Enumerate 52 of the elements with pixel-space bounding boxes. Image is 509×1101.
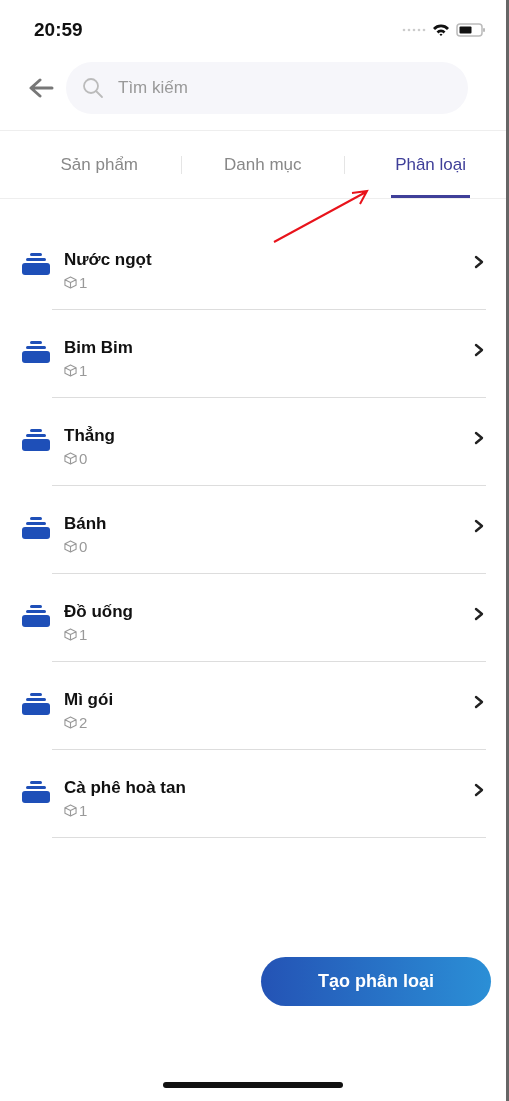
product-count: 2 bbox=[79, 714, 88, 731]
stack-icon bbox=[22, 429, 50, 451]
product-count: 1 bbox=[79, 802, 88, 819]
chevron-icon bbox=[474, 695, 484, 709]
back-arrow-icon[interactable] bbox=[28, 78, 54, 98]
product-count: 1 bbox=[79, 626, 88, 643]
battery-icon bbox=[456, 23, 486, 37]
category-name: Thẳng bbox=[64, 426, 115, 446]
category-row[interactable]: Cà phê hoà tan 1 bbox=[0, 761, 506, 849]
box-icon bbox=[64, 452, 77, 465]
category-name: Nước ngọt bbox=[64, 250, 152, 270]
category-row[interactable]: Nước ngọt 1 bbox=[0, 233, 506, 321]
box-icon bbox=[64, 628, 77, 641]
chevron-icon bbox=[474, 783, 484, 797]
tab[interactable]: Danh mục bbox=[181, 131, 345, 198]
category-name: Đồ uống bbox=[64, 602, 133, 622]
chevron-icon bbox=[474, 255, 484, 269]
category-name: Bánh bbox=[64, 514, 107, 534]
stack-icon bbox=[22, 781, 50, 803]
signal-icon bbox=[402, 28, 426, 32]
category-name: Cà phê hoà tan bbox=[64, 778, 186, 798]
box-icon bbox=[64, 716, 77, 729]
box-icon bbox=[64, 276, 77, 289]
box-icon bbox=[64, 804, 77, 817]
wifi-icon bbox=[432, 23, 450, 37]
category-row[interactable]: Bánh 0 bbox=[0, 497, 506, 585]
product-count: 0 bbox=[79, 538, 88, 555]
chevron-icon bbox=[474, 519, 484, 533]
category-row[interactable]: Bim Bim 1 bbox=[0, 321, 506, 409]
stack-icon bbox=[22, 605, 50, 627]
tab[interactable]: Phân loại bbox=[391, 131, 470, 198]
chevron-icon bbox=[474, 431, 484, 445]
status-time: 20:59 bbox=[34, 19, 83, 41]
category-row[interactable]: Thẳng 0 bbox=[0, 409, 506, 497]
product-count: 1 bbox=[79, 362, 88, 379]
category-row[interactable]: Mì gói 2 bbox=[0, 673, 506, 761]
chevron-icon bbox=[474, 343, 484, 357]
tab[interactable]: Sản phẩm bbox=[18, 131, 181, 198]
create-button[interactable]: Tạo phân loại bbox=[261, 957, 491, 1006]
category-row[interactable]: Đồ uống 1 bbox=[0, 585, 506, 673]
stack-icon bbox=[22, 341, 50, 363]
chevron-icon bbox=[474, 607, 484, 621]
product-count: 0 bbox=[79, 450, 88, 467]
box-icon bbox=[64, 364, 77, 377]
stack-icon bbox=[22, 253, 50, 275]
search-field[interactable]: Tìm kiếm bbox=[66, 62, 468, 114]
product-count: 1 bbox=[79, 274, 88, 291]
stack-icon bbox=[22, 693, 50, 715]
category-name: Bim Bim bbox=[64, 338, 133, 358]
box-icon bbox=[64, 540, 77, 553]
stack-icon bbox=[22, 517, 50, 539]
category-name: Mì gói bbox=[64, 690, 114, 710]
